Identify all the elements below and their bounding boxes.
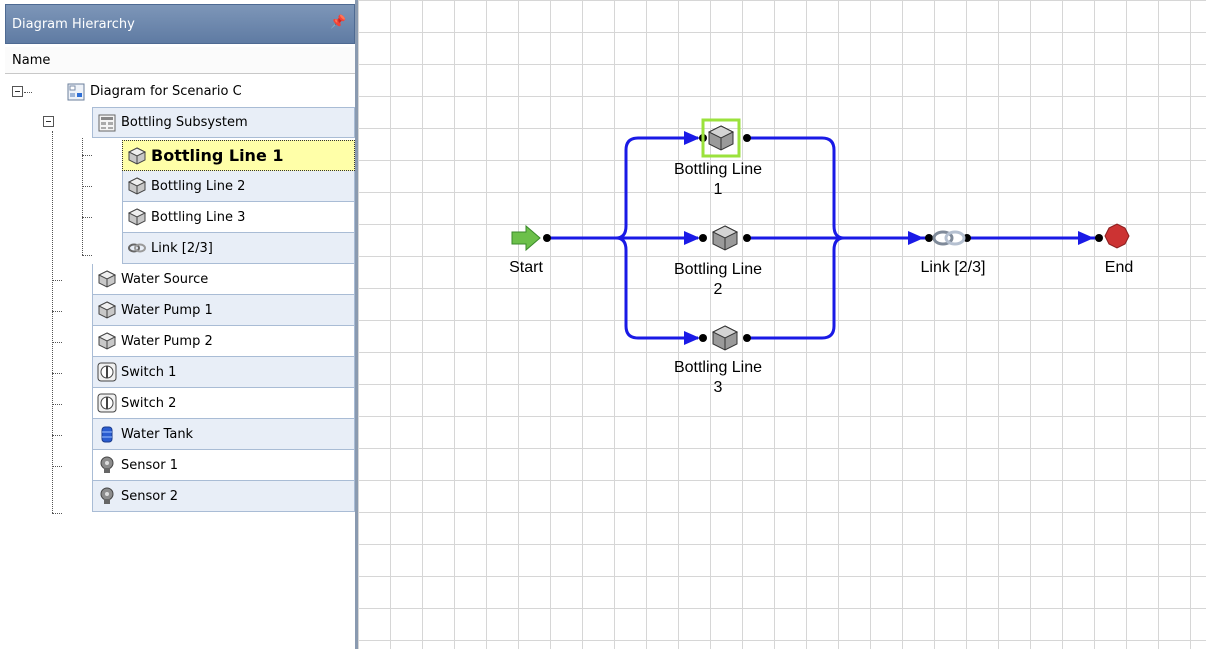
port-dot	[543, 234, 551, 242]
cube-icon	[127, 177, 147, 195]
tree-line	[82, 186, 92, 187]
bottling-line-3-node-icon[interactable]	[711, 325, 739, 351]
panel-header: Diagram Hierarchy 📌	[5, 4, 355, 44]
link-node-icon[interactable]	[932, 230, 966, 246]
arrow-head	[1078, 231, 1094, 245]
rbd-diagram	[511, 118, 1130, 351]
port-dot	[1095, 234, 1103, 242]
tree-item-switch-2[interactable]: Switch 2	[92, 388, 355, 419]
tree-item-bottling-line-1[interactable]: Bottling Line 1	[122, 140, 355, 171]
tree-item-label: Water Pump 1	[121, 302, 213, 318]
tree-item-label: Sensor 1	[121, 457, 178, 473]
tree-item-bottling-line-2[interactable]: Bottling Line 2	[122, 171, 355, 202]
tree-item-label: Switch 2	[121, 395, 177, 411]
connectors	[550, 136, 1096, 340]
tree-line	[52, 404, 62, 405]
tree-root-label: Diagram for Scenario C	[90, 84, 242, 99]
tree-line	[52, 131, 53, 513]
cube-icon	[127, 208, 147, 226]
bottling-line-1-node-icon[interactable]	[707, 125, 735, 151]
tree-item-bottling-line-3[interactable]: Bottling Line 3	[122, 202, 355, 233]
link-label: Link [2/3]	[920, 259, 986, 276]
port-dot	[743, 134, 751, 142]
end-node-icon[interactable]	[1104, 223, 1130, 249]
port-dot	[699, 334, 707, 342]
tree-item-label: Water Source	[121, 271, 209, 287]
tree-item-sensor-1[interactable]: Sensor 1	[92, 450, 355, 481]
tree-line	[82, 217, 92, 218]
tree-item-label: Water Tank	[121, 426, 194, 442]
switch-icon	[97, 362, 117, 382]
sensor-icon	[100, 456, 114, 473]
tree-item-water-source[interactable]: Water Source	[92, 264, 355, 295]
cube-icon	[97, 301, 117, 319]
tree-item-water-pump-2[interactable]: Water Pump 2	[92, 326, 355, 357]
port-dot	[699, 234, 707, 242]
tree-item-link[interactable]: Link [2/3]	[122, 233, 355, 264]
tree-line	[24, 92, 32, 93]
bottling-line-2-label: Bottling Line 2	[673, 261, 763, 298]
tree-item-label: Bottling Line 2	[151, 178, 246, 194]
bottling-line-3-label: Bottling Line 3	[673, 359, 763, 396]
tree-item-label: Link [2/3]	[151, 240, 213, 256]
sensor-icon	[100, 487, 114, 504]
start-label: Start	[509, 259, 543, 276]
cube-icon	[97, 270, 117, 288]
name-column-header[interactable]: Name	[5, 47, 355, 74]
diagram-hierarchy-panel: Diagram Hierarchy 📌 Name Diagram for Sce…	[0, 0, 358, 649]
arrow-head	[684, 131, 700, 145]
tree-line	[52, 435, 62, 436]
tree-item-switch-1[interactable]: Switch 1	[92, 357, 355, 388]
tree-line	[82, 255, 92, 256]
tree-line	[52, 373, 62, 374]
tree-item-label: Bottling Line 3	[151, 209, 246, 225]
tree-item-label: Water Pump 2	[121, 333, 213, 349]
start-node-icon[interactable]	[511, 224, 541, 252]
port-dot	[925, 234, 933, 242]
port-dot	[743, 334, 751, 342]
tree-item-water-tank[interactable]: Water Tank	[92, 419, 355, 450]
panel-title: Diagram Hierarchy	[12, 17, 135, 32]
tree-item-label: Bottling Line 1	[151, 146, 284, 165]
column-header-label: Name	[12, 53, 51, 68]
link-icon	[128, 243, 146, 253]
tank-icon	[101, 426, 113, 443]
tree-line	[52, 513, 62, 514]
bottling-line-2-node-icon[interactable]	[711, 225, 739, 251]
diagram-icon	[67, 83, 85, 100]
cube-icon	[97, 332, 117, 350]
tree-item-label: Bottling Subsystem	[121, 115, 248, 130]
tree-item-label: Switch 1	[121, 364, 177, 380]
arrow-head	[684, 231, 700, 245]
end-label: End	[1104, 259, 1134, 276]
arrow-head	[684, 331, 700, 345]
tree-item-label: Sensor 2	[121, 488, 178, 504]
cube-icon	[127, 146, 147, 165]
tree-root-diagram[interactable]: Diagram for Scenario C	[62, 76, 355, 107]
bottling-line-1-label: Bottling Line 1	[673, 161, 763, 198]
tree-line	[52, 280, 62, 281]
tree-line	[52, 342, 62, 343]
collapse-subsystem-button[interactable]	[43, 116, 54, 127]
tree-line	[52, 311, 62, 312]
tree-item-bottling-subsystem[interactable]: Bottling Subsystem	[92, 107, 355, 138]
collapse-root-button[interactable]	[12, 86, 23, 97]
arrow-head	[908, 231, 924, 245]
tree-line	[82, 155, 92, 156]
tree-line	[52, 466, 62, 467]
tree-item-sensor-2[interactable]: Sensor 2	[92, 481, 355, 512]
pin-icon[interactable]: 📌	[330, 15, 346, 31]
diagram-canvas[interactable]: Start Bottling Line 1 Bottling Line 2 Bo…	[358, 0, 1206, 649]
switch-icon	[97, 393, 117, 413]
port-dot	[743, 234, 751, 242]
tree-item-water-pump-1[interactable]: Water Pump 1	[92, 295, 355, 326]
subsystem-icon	[98, 114, 116, 131]
